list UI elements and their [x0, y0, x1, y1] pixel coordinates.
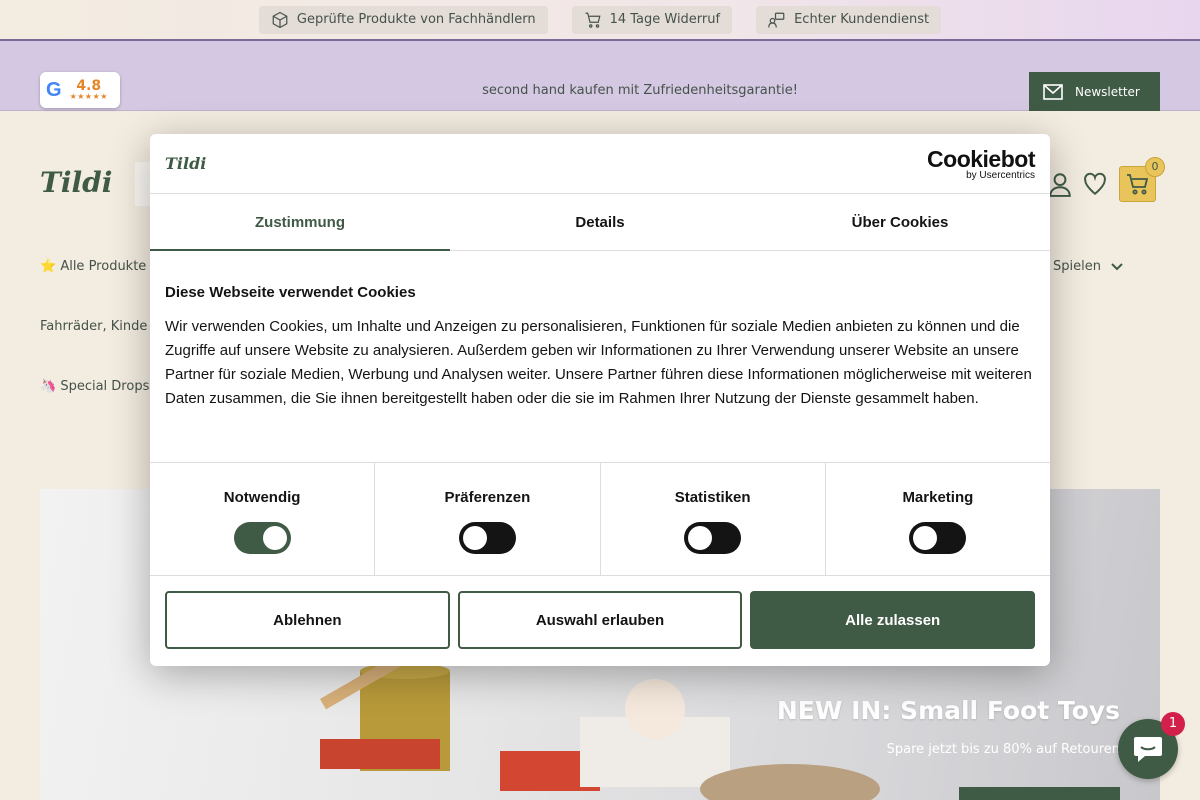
preferences-switch[interactable]	[458, 522, 516, 554]
hero-subtitle: Spare jetzt bis zu 80% auf Retouren	[886, 742, 1120, 757]
newsletter-label: Newsletter	[1075, 84, 1140, 99]
hero-title: NEW IN: Small Foot Toys	[776, 696, 1120, 725]
toggle-marketing: Marketing	[826, 463, 1050, 575]
allow-selection-button[interactable]: Auswahl erlauben	[457, 591, 743, 649]
toggle-label: Statistiken	[674, 489, 751, 506]
newsletter-button[interactable]: Newsletter	[1029, 72, 1160, 111]
trust-item-label: Echter Kundendienst	[794, 12, 930, 27]
nav-games-label: Spielen	[1053, 259, 1101, 274]
cookiebot-logo[interactable]: Cookiebot by Usercentrics	[927, 148, 1035, 181]
cart-icon	[585, 12, 601, 28]
dialog-logo: Tildi	[165, 154, 207, 173]
cookiebot-sub: by Usercentrics	[966, 170, 1035, 181]
chevron-down-icon	[1111, 262, 1123, 270]
chat-unread-badge: 1	[1161, 712, 1185, 736]
necessary-switch[interactable]	[233, 522, 291, 554]
cookie-consent-dialog: Tildi Cookiebot by Usercentrics Zustimmu…	[150, 134, 1050, 666]
statistics-switch[interactable]	[684, 522, 742, 554]
trust-item-returns: 14 Tage Widerruf	[571, 5, 733, 34]
tab-details[interactable]: Details	[450, 194, 750, 250]
announcement-bar: G 4.8 ★★★★★ second hand kaufen mit Zufri…	[0, 41, 1200, 111]
marketing-switch[interactable]	[909, 522, 967, 554]
dialog-body: Diese Webseite verwendet Cookies Wir ver…	[150, 251, 1050, 463]
reject-button[interactable]: Ablehnen	[165, 591, 450, 649]
nav-bikes[interactable]: Fahrräder, Kinde	[40, 319, 147, 334]
trust-item-products: Geprüfte Produkte von Fachhändlern	[258, 5, 548, 34]
mail-icon	[1043, 83, 1063, 100]
cart-icon	[1126, 174, 1148, 195]
toggle-label: Notwendig	[223, 489, 301, 506]
promo-text: second hand kaufen mit Zufriedenheitsgar…	[482, 83, 798, 98]
dialog-actions: Ablehnen Auswahl erlauben Alle zulassen	[150, 576, 1050, 664]
account-icon[interactable]	[1047, 171, 1073, 197]
trust-bar: Geprüfte Produkte von Fachhändlern 14 Ta…	[0, 0, 1200, 41]
cart-count-badge: 0	[1145, 157, 1165, 177]
toggle-necessary: Notwendig	[150, 463, 376, 575]
cookiebot-brand: Cookiebot	[927, 146, 1035, 172]
toggle-label: Präferenzen	[444, 489, 531, 506]
allow-all-button[interactable]: Alle zulassen	[750, 591, 1036, 649]
toggle-statistics: Statistiken	[601, 463, 826, 575]
trust-item-support: Echter Kundendienst	[756, 5, 942, 34]
consent-toggles: Notwendig Präferenzen Statistiken Market…	[150, 463, 1050, 576]
toggle-label: Marketing	[902, 489, 974, 506]
tab-consent[interactable]: Zustimmung	[150, 194, 450, 251]
hero-cta-button[interactable]	[959, 787, 1120, 800]
nav-special-drops[interactable]: 🦄 Special Drops	[40, 379, 149, 394]
box-icon	[272, 11, 288, 28]
toggle-preferences: Präferenzen	[375, 463, 601, 575]
dialog-tabs: Zustimmung Details Über Cookies	[150, 194, 1050, 251]
support-icon	[768, 12, 785, 28]
heart-icon[interactable]	[1082, 171, 1108, 197]
trust-item-label: 14 Tage Widerruf	[609, 12, 721, 27]
chat-icon	[1134, 737, 1162, 762]
site-logo[interactable]: Tildi	[40, 166, 112, 199]
dialog-heading: Diese Webseite verwendet Cookies	[165, 284, 416, 301]
trust-item-label: Geprüfte Produkte von Fachhändlern	[296, 12, 536, 27]
tab-about-cookies[interactable]: Über Cookies	[750, 194, 1050, 250]
dialog-header: Tildi Cookiebot by Usercentrics	[150, 134, 1050, 194]
nav-all-products[interactable]: ⭐ Alle Produkte	[40, 259, 146, 274]
dialog-text: Wir verwenden Cookies, um Inhalte und An…	[165, 318, 1032, 407]
nav-games[interactable]: Spielen	[1053, 259, 1123, 274]
